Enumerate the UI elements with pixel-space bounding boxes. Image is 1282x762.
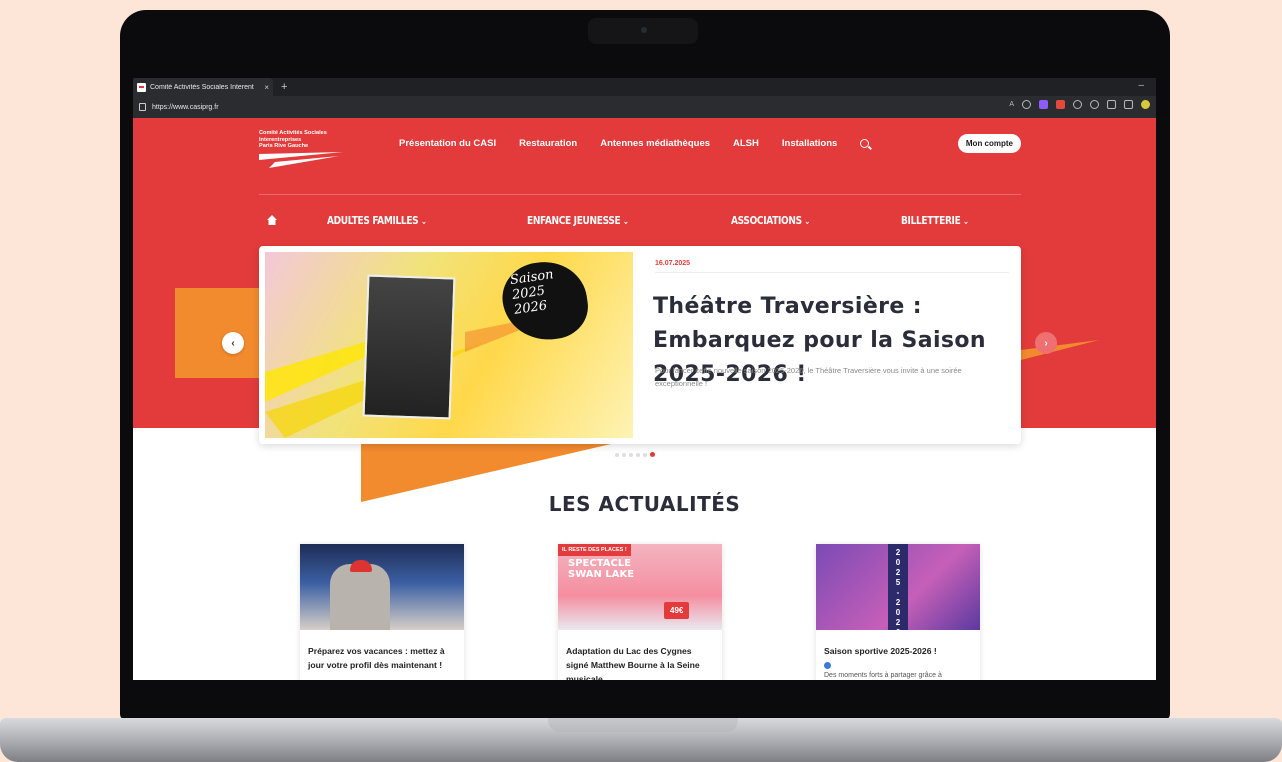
site-logo[interactable]: Comité Activités Sociales Interentrepris… (259, 130, 349, 174)
nav-link-installations[interactable]: Installations (782, 138, 837, 149)
profile-icon[interactable] (1141, 100, 1150, 109)
image-text-char: - (896, 588, 900, 597)
menu-adultes-familles[interactable]: ADULTES FAMILLES ⌄ (327, 214, 427, 227)
news-headline[interactable]: Préparez vos vacances : mettez à jour vo… (308, 644, 456, 672)
menu-label: BILLETTERIE (901, 214, 961, 227)
hero-image-text: Saison 2025 2026 (509, 267, 559, 318)
nav-links: Présentation du CASI Restauration Antenn… (399, 138, 870, 149)
chevron-down-icon: ⌄ (622, 217, 629, 227)
nav-link-antennes[interactable]: Antennes médiathèques (600, 138, 710, 149)
carousel-dot-active[interactable] (650, 452, 655, 457)
news-headline[interactable]: Saison sportive 2025-2026 ! (824, 644, 972, 658)
chevron-down-icon: ⌄ (804, 217, 811, 227)
browser-toolbar: A (1009, 100, 1150, 109)
chevron-left-icon: ‹ (231, 337, 235, 349)
new-tab-button[interactable]: + (281, 81, 287, 93)
image-text-char: 0 (895, 608, 901, 617)
lock-icon (139, 103, 146, 111)
image-text-line: SWAN LAKE (568, 569, 635, 580)
carousel-dot[interactable] (622, 452, 626, 457)
carousel-dot[interactable] (615, 452, 619, 457)
image-text-char: 2 (895, 598, 901, 607)
main-navigation: ADULTES FAMILLES ⌄ ENFANCE JEUNESSE ⌄ ASSO… (259, 204, 1021, 234)
nav-link-presentation[interactable]: Présentation du CASI (399, 138, 496, 149)
history-icon[interactable] (1090, 100, 1099, 109)
news-headline[interactable]: Adaptation du Lac des Cygnes signé Matth… (566, 644, 714, 680)
refresh-icon[interactable] (1073, 100, 1082, 109)
menu-label: ASSOCIATIONS (731, 214, 802, 227)
news-card[interactable]: Préparez vos vacances : mettez à jour vo… (300, 544, 464, 680)
extension-icon[interactable] (1039, 100, 1048, 109)
menu-billetterie[interactable]: BILLETTERIE ⌄ (901, 214, 969, 227)
top-navigation: Comité Activités Sociales Interentrepris… (259, 126, 1021, 168)
tab-title: Comité Activités Sociales Interent (150, 83, 254, 91)
news-image: IL RESTE DES PLACES ! SPECTACLE SWAN LAK… (558, 544, 722, 630)
hero-image: Saison 2025 2026 (265, 252, 633, 438)
close-icon[interactable]: × (264, 83, 269, 92)
image-text-line: SPECTACLE (568, 558, 632, 569)
image-text-char: 0 (895, 558, 901, 567)
nav-link-restauration[interactable]: Restauration (519, 138, 577, 149)
minimize-button[interactable]: – (1138, 80, 1144, 91)
home-icon[interactable] (267, 215, 277, 225)
browser-window: Comité Activités Sociales Interent × + –… (133, 78, 1156, 680)
image-text-char: 6 (896, 628, 900, 630)
nav-divider (259, 194, 1021, 195)
favicon-icon (137, 82, 146, 92)
price-tag: 49€ (664, 602, 690, 619)
news-card[interactable]: 2 0 2 5 - 2 0 2 6 Saison sportive 2025-2… (816, 544, 980, 680)
carousel-prev-button[interactable]: ‹ (222, 332, 244, 354)
download-icon[interactable] (1107, 100, 1116, 109)
carousel-dot[interactable] (636, 452, 640, 457)
reader-mode-icon[interactable]: A (1009, 101, 1014, 108)
chevron-right-icon: › (1044, 337, 1048, 349)
menu-associations[interactable]: ASSOCIATIONS ⌄ (731, 214, 810, 227)
hero-text: Pour lancer cette nouvelle saison 2025-2… (655, 366, 962, 388)
chevron-down-icon: ⌄ (962, 217, 969, 227)
address-bar[interactable]: https://www.casiprg.fr A (133, 96, 1156, 118)
news-image (300, 544, 464, 630)
carousel-dot[interactable] (629, 452, 633, 457)
carousel-dot[interactable] (643, 452, 647, 457)
hero-date: 16.07.2025 (655, 260, 691, 267)
camera-icon (641, 27, 647, 33)
season-band: 2 0 2 5 - 2 0 2 6 (888, 544, 908, 630)
globe-icon (824, 662, 831, 669)
collections-icon[interactable] (1124, 100, 1133, 109)
web-page: Comité Activités Sociales Interentrepris… (133, 118, 1156, 680)
account-button[interactable]: Mon compte (957, 134, 1021, 153)
hero-separator (655, 272, 1009, 273)
laptop-hinge (548, 718, 738, 732)
availability-badge: IL RESTE DES PLACES ! (558, 544, 631, 556)
url-field[interactable]: https://www.casiprg.fr (152, 104, 219, 111)
browser-tab[interactable]: Comité Activités Sociales Interent × (133, 78, 273, 96)
logo-line: Paris Rive Gauche (259, 143, 309, 149)
favorite-icon[interactable] (1022, 100, 1031, 109)
image-text-char: 2 (895, 568, 901, 577)
carousel-dots (615, 452, 655, 457)
carousel-next-button[interactable]: › (1035, 332, 1057, 354)
menu-label: ADULTES FAMILLES (327, 214, 419, 227)
nav-link-alsh[interactable]: ALSH (733, 138, 759, 149)
image-text-char: 5 (895, 578, 901, 587)
image-text-char: 2 (895, 618, 901, 627)
news-card[interactable]: IL RESTE DES PLACES ! SPECTACLE SWAN LAK… (558, 544, 722, 680)
hero-photo (362, 274, 456, 420)
hero-card[interactable]: Saison 2025 2026 16.07.2025 Théâtre Trav… (259, 246, 1021, 444)
tab-bar: Comité Activités Sociales Interent × + – (133, 78, 1156, 96)
menu-enfance-jeunesse[interactable]: ENFANCE JEUNESSE ⌄ (527, 214, 629, 227)
logo-swoosh (259, 152, 343, 168)
news-image-text: SPECTACLE SWAN LAKE (568, 558, 634, 580)
chevron-down-icon: ⌄ (420, 217, 427, 227)
news-excerpt: Des moments forts à partager grâce à (824, 672, 942, 679)
extension-badge-icon[interactable] (1056, 100, 1065, 109)
image-text-char: 2 (895, 548, 901, 557)
news-image: 2 0 2 5 - 2 0 2 6 (816, 544, 980, 630)
news-section-title: LES ACTUALITÉS (548, 492, 741, 516)
search-icon[interactable] (860, 139, 870, 148)
menu-label: ENFANCE JEUNESSE (527, 214, 621, 227)
